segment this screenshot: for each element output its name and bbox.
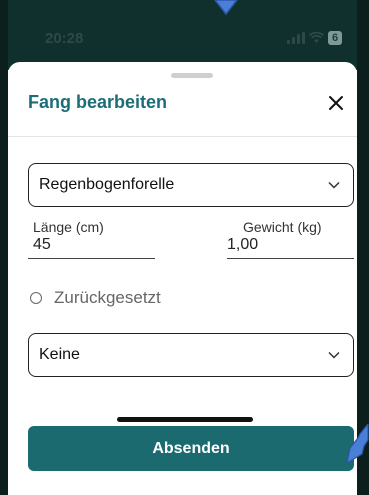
status-bar: 20:28 6: [0, 0, 369, 70]
sheet-grabber[interactable]: [171, 73, 213, 78]
status-time: 20:28: [45, 30, 84, 47]
frame-edge-left: [0, 0, 8, 495]
wifi-icon: [309, 32, 324, 44]
length-underline: [28, 258, 155, 259]
frame-edge-right: [357, 0, 369, 495]
released-label: Zurückgesetzt: [54, 288, 161, 307]
home-indicator: [117, 417, 253, 422]
phone-screen: 20:28 6 Fang bearbeiten Regenbogenforell…: [0, 0, 369, 495]
signal-icon: [287, 32, 305, 44]
battery-indicator: 6: [328, 31, 343, 45]
submit-button[interactable]: Absenden: [28, 426, 354, 471]
close-icon[interactable]: [326, 93, 346, 113]
length-input[interactable]: 45: [33, 236, 51, 254]
extra-select-value: Keine: [39, 346, 80, 363]
species-select-value: Regenbogenforelle: [39, 176, 175, 193]
released-option[interactable]: Zurückgesetzt: [30, 288, 161, 308]
sheet-title: Fang bearbeiten: [28, 92, 168, 112]
weight-input[interactable]: 1,00: [227, 236, 258, 254]
radio-icon[interactable]: [30, 292, 42, 304]
length-label: Länge (cm): [33, 219, 104, 235]
weight-label: Gewicht (kg): [243, 219, 322, 235]
species-select[interactable]: Regenbogenforelle: [28, 163, 354, 207]
chevron-down-icon: [328, 181, 340, 189]
chevron-down-icon: [328, 351, 340, 359]
pointer-arrow-icon: [346, 424, 369, 464]
status-icons: 6: [287, 30, 343, 46]
header-divider: [8, 136, 357, 137]
pointer-arrow-icon: [214, 0, 238, 16]
extra-select[interactable]: Keine: [28, 333, 354, 377]
edit-catch-sheet: Fang bearbeiten Regenbogenforelle Länge …: [8, 62, 357, 495]
weight-underline: [227, 258, 354, 259]
